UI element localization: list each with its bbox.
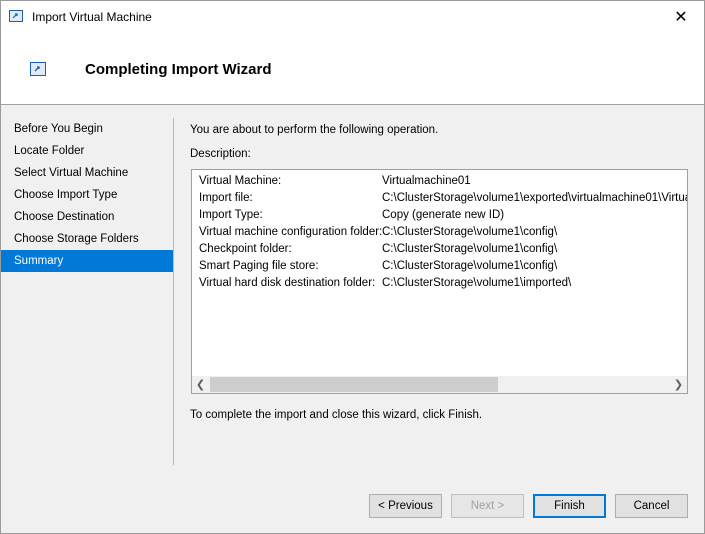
- cancel-button[interactable]: Cancel: [615, 494, 688, 518]
- summary-description-box[interactable]: Virtual Machine: Virtualmachine01 Import…: [191, 169, 688, 394]
- import-vm-icon: [9, 10, 23, 22]
- description-label: Description:: [190, 148, 251, 160]
- close-icon: ✕: [674, 9, 688, 26]
- nav-item-before-you-begin[interactable]: Before You Begin: [1, 118, 173, 140]
- summary-key: Virtual hard disk destination folder:: [199, 277, 376, 289]
- chevron-left-icon: ❮: [195, 379, 206, 391]
- scroll-left-button[interactable]: ❮: [192, 376, 209, 393]
- summary-value: Virtualmachine01: [382, 175, 471, 187]
- summary-value: C:\ClusterStorage\volume1\exported\virtu…: [382, 192, 688, 204]
- previous-button[interactable]: < Previous: [369, 494, 442, 518]
- finish-button[interactable]: Finish: [533, 494, 606, 518]
- summary-value: Copy (generate new ID): [382, 209, 505, 221]
- window-title: Import Virtual Machine: [32, 10, 152, 24]
- summary-key: Virtual machine configuration folder:: [199, 226, 383, 238]
- nav-item-choose-storage-folders[interactable]: Choose Storage Folders: [1, 228, 173, 250]
- nav-item-summary[interactable]: Summary: [1, 250, 173, 272]
- summary-value: C:\ClusterStorage\volume1\config\: [382, 226, 558, 238]
- import-virtual-machine-window: Import Virtual Machine ✕ Completing Impo…: [0, 0, 705, 534]
- next-button[interactable]: Next >: [451, 494, 524, 518]
- horizontal-scrollbar[interactable]: ❮ ❯: [192, 376, 687, 393]
- summary-value: C:\ClusterStorage\volume1\imported\: [382, 277, 572, 289]
- nav-item-select-virtual-machine[interactable]: Select Virtual Machine: [1, 162, 173, 184]
- nav-item-locate-folder[interactable]: Locate Folder: [1, 140, 173, 162]
- title-bar[interactable]: Import Virtual Machine ✕: [1, 1, 704, 33]
- import-vm-header-icon: [30, 62, 46, 76]
- scrollbar-thumb[interactable]: [210, 377, 498, 392]
- summary-value: C:\ClusterStorage\volume1\config\: [382, 243, 558, 255]
- intro-text: You are about to perform the following o…: [190, 124, 439, 136]
- wizard-header: Completing Import Wizard: [1, 33, 704, 105]
- page-title: Completing Import Wizard: [85, 61, 272, 78]
- wizard-steps-nav: Before You Begin Locate Folder Select Vi…: [1, 118, 173, 272]
- summary-key: Import file:: [199, 192, 253, 204]
- summary-key: Smart Paging file store:: [199, 260, 319, 272]
- summary-key: Checkpoint folder:: [199, 243, 292, 255]
- finish-instruction: To complete the import and close this wi…: [190, 409, 483, 421]
- chevron-right-icon: ❯: [673, 379, 684, 391]
- summary-key: Virtual Machine:: [199, 175, 282, 187]
- scroll-right-button[interactable]: ❯: [670, 376, 687, 393]
- summary-key: Import Type:: [199, 209, 263, 221]
- close-button[interactable]: ✕: [658, 1, 704, 33]
- summary-value: C:\ClusterStorage\volume1\config\: [382, 260, 558, 272]
- nav-divider: [173, 118, 174, 465]
- nav-item-choose-destination[interactable]: Choose Destination: [1, 206, 173, 228]
- nav-item-choose-import-type[interactable]: Choose Import Type: [1, 184, 173, 206]
